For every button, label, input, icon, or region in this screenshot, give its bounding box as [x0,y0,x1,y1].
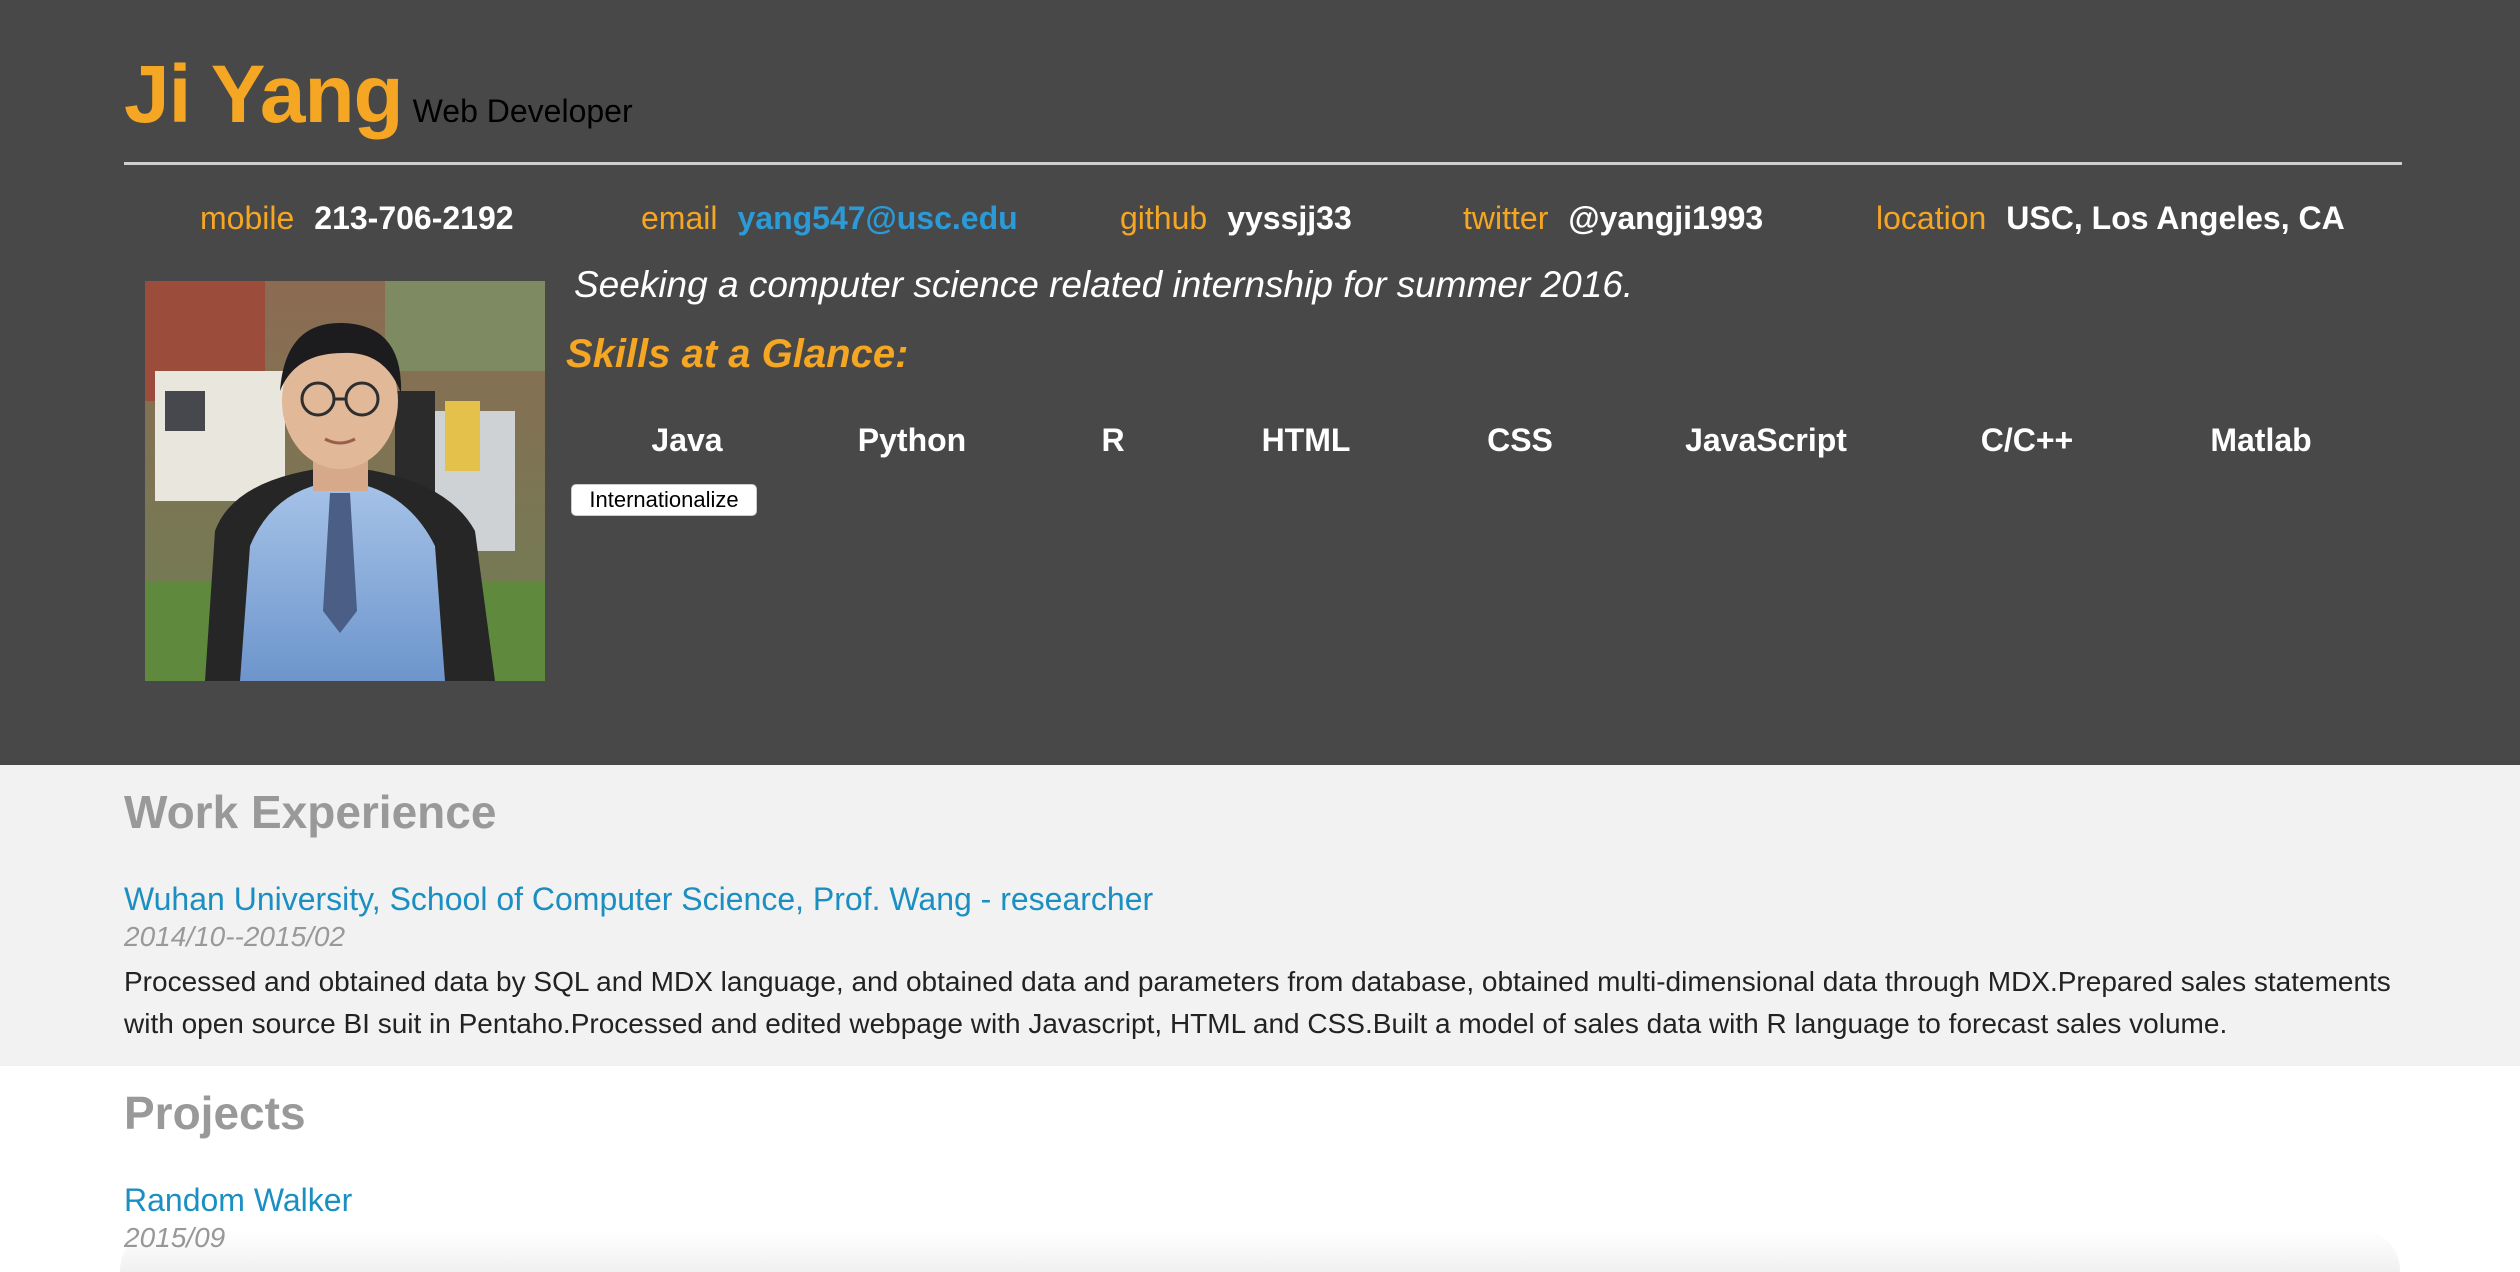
contact-mobile: mobile 213-706-2192 [200,200,514,237]
contact-value: 213-706-2192 [314,200,514,236]
header-divider [124,162,2402,165]
contact-value: USC, Los Angeles, CA [2006,200,2345,236]
contact-email: email yang547@usc.edu [641,200,1018,237]
skill-r: R [1101,422,1125,458]
internationalize-button[interactable]: Internationalize [571,484,757,516]
skill-python: Python [857,422,967,458]
profile-photo [145,281,545,681]
contact-label: twitter [1463,200,1549,236]
skills-heading: Skills at a Glance: [566,332,909,376]
work-experience-title: Work Experience [124,786,497,838]
contact-value: yyssjj33 [1227,200,1352,236]
email-link[interactable]: yang547@usc.edu [737,200,1017,236]
contact-label: github [1120,200,1208,236]
name-row: Ji Yang Web Developer [124,48,633,142]
person-name: Ji Yang [124,49,404,140]
project-entry-title[interactable]: Random Walker [124,1182,352,1219]
contact-label: mobile [200,200,295,236]
work-entry-description: Processed and obtained data by SQL and M… [124,966,2391,1039]
job-role: Web Developer [412,93,633,129]
work-experience-section: Work Experience Wuhan University, School… [0,765,2520,1066]
contact-label: email [641,200,718,236]
contact-location: location USC, Los Angeles, CA [1876,200,2345,237]
objective-text: Seeking a computer science related inter… [574,264,1634,305]
contact-label: location [1876,200,1987,236]
contact-twitter: twitter @yangji1993 [1463,200,1763,237]
skill-html: HTML [1261,422,1351,458]
skill-matlab: Matlab [2210,422,2312,458]
contact-github: github yyssjj33 [1120,200,1352,237]
skill-java: Java [651,422,723,458]
contact-value: @yangji1993 [1568,200,1764,236]
work-entry-date: 2014/10--2015/02 [124,921,346,952]
skill-cpp: C/C++ [1980,422,2074,458]
skill-javascript: JavaScript [1685,422,1847,458]
projects-title: Projects [124,1087,306,1139]
card-shadow [120,1230,2400,1272]
work-entry-title[interactable]: Wuhan University, School of Computer Sci… [124,881,1153,918]
skill-css: CSS [1487,422,1553,458]
resume-header: Ji Yang Web Developer mobile 213-706-2192 … [0,0,2520,765]
